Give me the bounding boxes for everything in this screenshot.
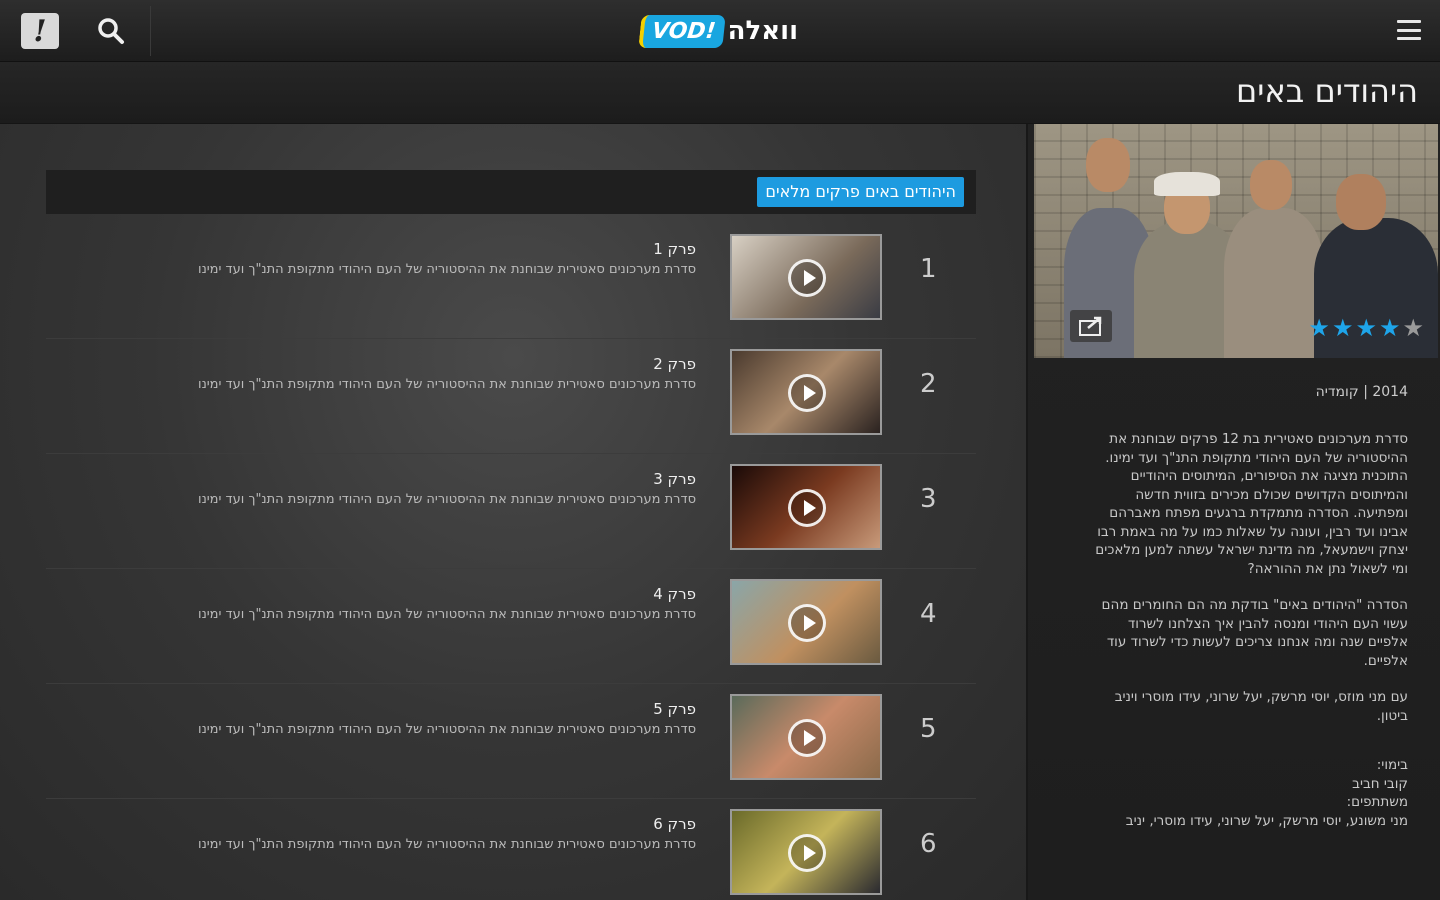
walla-vod-logo[interactable]: VOD! וואלה bbox=[638, 10, 799, 52]
show-description-paragraph: סדרת מערכונים סאטירית בת 12 פרקים שבוחנת… bbox=[1048, 430, 1408, 578]
hamburger-menu-icon[interactable] bbox=[1397, 18, 1421, 42]
description-line: משתתפים: bbox=[1346, 794, 1408, 810]
episode-title[interactable]: פרק 6 bbox=[653, 815, 696, 833]
episode-number: 5 bbox=[920, 714, 937, 744]
search-button[interactable] bbox=[96, 16, 126, 46]
description-line: קובי חביב bbox=[1352, 775, 1408, 792]
show-description-paragraph: הסדרה "היהודים באים" בודקת מה הם החומרים… bbox=[1048, 596, 1408, 670]
description-line: ביטון. bbox=[1376, 707, 1408, 724]
star-icon[interactable]: ★ bbox=[1332, 316, 1354, 340]
description-line: אלפיים. bbox=[1363, 652, 1408, 669]
episode-title[interactable]: פרק 1 bbox=[653, 240, 696, 258]
description-line: מני משונע, יוסי מרשק, יעל שרוני, עידו מו… bbox=[1125, 812, 1408, 829]
episode-number: 3 bbox=[920, 484, 937, 514]
description-line: התוכנית מציגה את הסיפורים, המיתוסים היהו… bbox=[1130, 468, 1408, 484]
episode-row[interactable]: 4 פרק 4 סדרת מערכונים סאטירית שבוחנת את הה… bbox=[46, 569, 976, 684]
episode-list-panel: היהודים באים פרקים מלאים 1 פרק 1 סדרת מערכ… bbox=[0, 124, 1026, 900]
play-icon[interactable] bbox=[788, 834, 826, 872]
play-icon[interactable] bbox=[788, 489, 826, 527]
episode-row[interactable]: 5 פרק 5 סדרת מערכונים סאטירית שבוחנת את הה… bbox=[46, 684, 976, 799]
description-line: ומי לשאול נתן את ההוראה? bbox=[1247, 560, 1408, 577]
episode-title[interactable]: פרק 4 bbox=[653, 585, 696, 603]
full-episodes-tab[interactable]: היהודים באים פרקים מלאים bbox=[757, 177, 964, 207]
star-icon[interactable]: ★ bbox=[1402, 316, 1424, 340]
description-line: סדרת מערכונים סאטירית בת 12 פרקים שבוחנת… bbox=[1109, 431, 1408, 447]
episode-thumbnail[interactable] bbox=[730, 349, 882, 435]
description-line: יצחק וישמעאל, מה מדינת ישראל עשתה למען מ… bbox=[1095, 542, 1408, 558]
episode-row[interactable]: 6 פרק 6 סדרת מערכונים סאטירית שבוחנת את הה… bbox=[46, 799, 976, 900]
show-meta: 2014 | קומדיה bbox=[1315, 384, 1408, 400]
logo-text: וואלה bbox=[727, 16, 799, 46]
episode-thumbnail[interactable] bbox=[730, 464, 882, 550]
description-line: אלפיים שנה ומה אנחנו צריכים לעשות כדי לש… bbox=[1106, 634, 1408, 650]
episode-description: סדרת מערכונים סאטירית שבוחנת את ההיסטורי… bbox=[198, 492, 696, 507]
star-rating[interactable]: ★ ★ ★ ★ ★ bbox=[1308, 316, 1424, 340]
episode-row[interactable]: 3 פרק 3 סדרת מערכונים סאטירית שבוחנת את הה… bbox=[46, 454, 976, 569]
episode-number: 6 bbox=[920, 829, 937, 859]
show-poster: ★ ★ ★ ★ ★ bbox=[1034, 124, 1438, 358]
episode-title[interactable]: פרק 3 bbox=[653, 470, 696, 488]
share-icon bbox=[1079, 316, 1102, 336]
episode-title[interactable]: פרק 5 bbox=[653, 700, 696, 718]
star-icon[interactable]: ★ bbox=[1355, 316, 1377, 340]
episode-description: סדרת מערכונים סאטירית שבוחנת את ההיסטורי… bbox=[198, 722, 696, 737]
episode-row[interactable]: 1 פרק 1 סדרת מערכונים סאטירית שבוחנת את הה… bbox=[46, 224, 976, 339]
episode-description: סדרת מערכונים סאטירית שבוחנת את ההיסטורי… bbox=[198, 607, 696, 622]
title-bar: היהודים באים bbox=[0, 62, 1440, 124]
episode-number: 1 bbox=[920, 254, 937, 284]
episode-number: 2 bbox=[920, 369, 937, 399]
description-line: בימוי: bbox=[1376, 757, 1408, 773]
description-line: הסדרה "היהודים באים" בודקת מה הם החומרים… bbox=[1101, 597, 1408, 613]
episode-description: סדרת מערכונים סאטירית שבוחנת את ההיסטורי… bbox=[198, 837, 696, 852]
play-icon[interactable] bbox=[788, 604, 826, 642]
episode-number: 4 bbox=[920, 599, 937, 629]
description-line: אבינו ועד רבין, ועונה על שאלות כמו על מה… bbox=[1097, 523, 1408, 540]
share-button[interactable] bbox=[1070, 310, 1112, 342]
star-icon[interactable]: ★ bbox=[1308, 316, 1330, 340]
description-line: עשוי העם היהודי ומנסה להבין איך הצלחנו ל… bbox=[1127, 615, 1408, 632]
episode-thumbnail[interactable] bbox=[730, 809, 882, 895]
toolbar-divider bbox=[150, 6, 151, 56]
play-icon[interactable] bbox=[788, 719, 826, 757]
star-icon[interactable]: ★ bbox=[1379, 316, 1401, 340]
search-icon bbox=[98, 18, 124, 44]
episode-list-header: היהודים באים פרקים מלאים bbox=[46, 170, 976, 214]
episode-description: סדרת מערכונים סאטירית שבוחנת את ההיסטורי… bbox=[198, 262, 696, 277]
episode-thumbnail[interactable] bbox=[730, 694, 882, 780]
play-icon[interactable] bbox=[788, 259, 826, 297]
description-line: עם מני מוזס, יוסי מרשק, יעל שרוני, עידו … bbox=[1114, 689, 1408, 705]
show-description-paragraph: עם מני מוזס, יוסי מרשק, יעל שרוני, עידו … bbox=[1048, 688, 1408, 725]
alert-button[interactable]: ! bbox=[21, 13, 59, 49]
show-info-panel: ★ ★ ★ ★ ★ 2014 | קומדיה סדרת מערכונים סאטירי… bbox=[1026, 124, 1440, 900]
show-description-paragraph: בימוי: קובי חביב משתתפים: מני משונע, יוסי מ… bbox=[1048, 756, 1408, 830]
page-title: היהודים באים bbox=[1236, 72, 1418, 110]
episode-thumbnail[interactable] bbox=[730, 234, 882, 320]
top-bar: ! VOD! וואלה bbox=[0, 0, 1440, 62]
episode-thumbnail[interactable] bbox=[730, 579, 882, 665]
episode-row[interactable]: 2 פרק 2 סדרת מערכונים סאטירית שבוחנת את הה… bbox=[46, 339, 976, 454]
exclamation-icon: ! bbox=[33, 13, 47, 49]
description-line: ההיסטוריה של העם היהודי מתקופת התנ"ך ועד… bbox=[1105, 449, 1408, 466]
episode-description: סדרת מערכונים סאטירית שבוחנת את ההיסטורי… bbox=[198, 377, 696, 392]
episode-title[interactable]: פרק 2 bbox=[653, 355, 696, 373]
description-line: ומפתיעה. הסדרה מתמקדת ברגעים מפתח מאברהם bbox=[1109, 505, 1408, 521]
description-line: והמיתוסים הקדושים שכולם מכירים בזווית חד… bbox=[1135, 486, 1408, 503]
play-icon[interactable] bbox=[788, 374, 826, 412]
logo-badge: VOD! bbox=[638, 14, 726, 48]
